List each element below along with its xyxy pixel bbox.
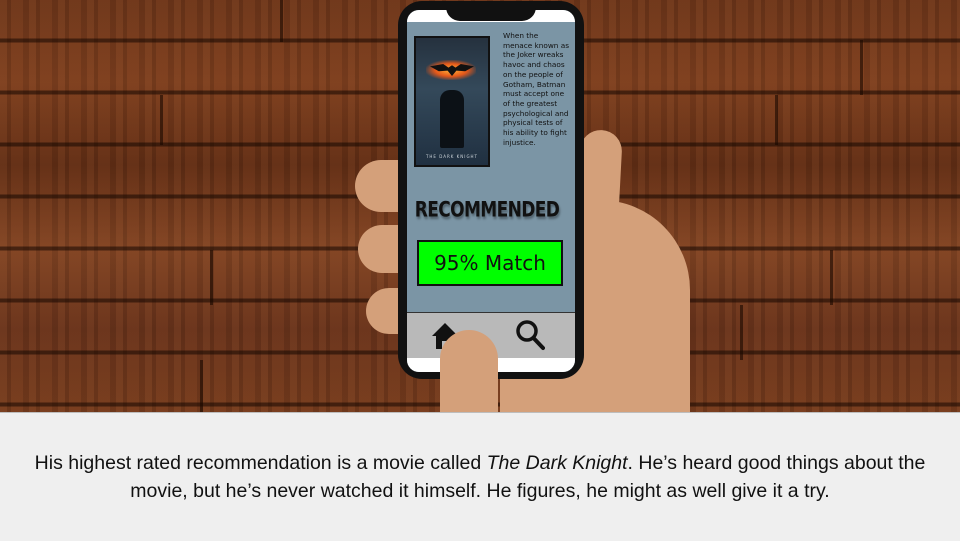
match-text: 95% Match: [434, 251, 546, 275]
floor-seam: [830, 250, 833, 305]
floor-seam: [280, 0, 283, 42]
movie-synopsis: When the menace known as the Joker wreak…: [503, 31, 570, 147]
floor-seam: [775, 95, 778, 145]
poster-title: THE DARK KNIGHT: [425, 154, 478, 159]
recommended-label: RECOMMENDED: [414, 197, 560, 223]
tapping-thumb: [440, 330, 498, 414]
phone-screen: THE DARK KNIGHT When the menace known as…: [407, 10, 575, 372]
floor-seam: [160, 95, 163, 145]
floor-seam: [860, 40, 863, 95]
match-badge[interactable]: 95% Match: [417, 240, 563, 286]
caption-panel: His highest rated recommendation is a mo…: [0, 412, 960, 541]
phone-notch: [446, 1, 536, 21]
floor-seam: [210, 250, 213, 305]
poster-figure: [440, 90, 464, 148]
caption-before: His highest rated recommendation is a mo…: [34, 452, 487, 474]
floor-seam: [200, 360, 203, 412]
caption-text: His highest rated recommendation is a mo…: [10, 449, 950, 505]
caption-movie-title: The Dark Knight: [486, 452, 628, 474]
search-icon[interactable]: [515, 319, 545, 351]
movie-poster[interactable]: THE DARK KNIGHT: [414, 36, 490, 167]
floor-seam: [740, 305, 743, 360]
